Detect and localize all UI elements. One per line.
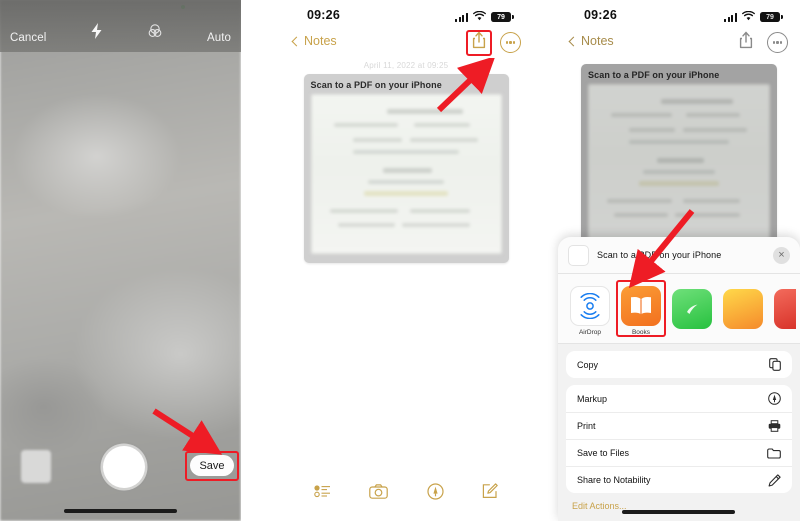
books-icon — [621, 285, 661, 326]
back-label: Notes — [304, 34, 337, 48]
back-label: Notes — [581, 34, 614, 48]
action-label: Save to Files — [577, 448, 630, 458]
airdrop-icon — [570, 285, 610, 326]
back-to-notes-button[interactable]: Notes — [568, 34, 614, 48]
note-date: April 11, 2022 at 09:25 — [363, 61, 449, 70]
home-indicator — [622, 510, 735, 514]
action-share-to-notability[interactable]: Share to Notability — [566, 466, 792, 493]
scan-preview-image — [310, 94, 502, 254]
flash-bolt-icon[interactable] — [90, 23, 103, 44]
action-markup[interactable]: Markup — [566, 385, 792, 412]
share-app-books[interactable]: Books — [621, 285, 661, 336]
note-bottom-toolbar — [277, 473, 535, 521]
share-actions-primary: Copy — [566, 351, 792, 378]
note-title: Scan to a PDF on your iPhone — [588, 70, 720, 80]
action-print[interactable]: Print — [566, 412, 792, 439]
more-ellipsis-icon[interactable] — [500, 32, 521, 53]
action-label: Share to Notability — [577, 475, 651, 485]
battery-percent: 79 — [766, 13, 774, 21]
status-bar: 09:26 79 — [558, 0, 800, 30]
printer-icon — [768, 420, 781, 432]
scanned-document-card[interactable]: Scan to a PDF on your iPhone — [303, 74, 509, 263]
signal-bars-icon — [723, 12, 737, 22]
camera-top-toolbar: Cancel Auto — [0, 0, 241, 52]
share-sheet-title: Scan to a PDF on your iPhone — [597, 250, 722, 260]
share-actions-secondary: Markup Print Save to Files Share to Nota… — [566, 385, 792, 493]
battery-icon: 79 — [491, 11, 514, 23]
action-copy[interactable]: Copy — [566, 351, 792, 378]
share-apps-row: AirDrop Books — [558, 274, 800, 344]
red-app-icon — [774, 289, 796, 329]
panel-camera-scanner: Cancel Auto Save — [0, 0, 241, 521]
last-capture-thumbnail[interactable] — [21, 450, 51, 483]
markup-icon — [768, 392, 781, 405]
more-ellipsis-icon[interactable] — [767, 32, 788, 53]
share-app-airdrop[interactable]: AirDrop — [570, 285, 610, 336]
markup-pen-icon[interactable] — [427, 482, 444, 500]
pencil-icon — [768, 473, 781, 487]
share-sheet-header: Scan to a PDF on your iPhone × — [558, 237, 800, 274]
yellow-app-icon — [723, 289, 763, 329]
save-button[interactable]: Save — [190, 455, 234, 476]
note-nav-bar: Notes — [558, 30, 800, 60]
share-app-label: AirDrop — [578, 328, 602, 336]
folder-icon — [767, 447, 781, 459]
action-save-to-files[interactable]: Save to Files — [566, 439, 792, 466]
camera-viewfinder[interactable] — [0, 0, 241, 521]
home-indicator — [64, 509, 177, 513]
auto-mode-button[interactable]: Auto — [207, 32, 231, 44]
scanned-document-card: Scan to a PDF on your iPhone — [581, 64, 777, 253]
chevron-left-icon — [291, 36, 302, 46]
share-sheet: Scan to a PDF on your iPhone × AirDrop B… — [558, 237, 800, 521]
camera-icon[interactable] — [369, 483, 389, 499]
shutter-button-icon[interactable] — [103, 446, 145, 488]
share-app-label: Books — [631, 328, 651, 336]
green-app-icon — [672, 289, 712, 329]
action-label: Copy — [577, 359, 599, 370]
note-nav-bar: Notes — [277, 30, 535, 60]
action-label: Print — [577, 421, 596, 431]
share-app-yellow[interactable] — [723, 289, 763, 332]
share-app-green[interactable] — [672, 289, 712, 332]
status-time: 09:26 — [584, 8, 617, 22]
share-icon[interactable] — [472, 31, 486, 54]
cancel-button[interactable]: Cancel — [10, 32, 46, 44]
share-app-red[interactable] — [774, 289, 796, 332]
close-icon[interactable]: × — [773, 246, 790, 264]
wifi-icon — [473, 8, 486, 26]
panel-share-sheet: 09:26 79 Notes Scan to a PDF on your iPh… — [535, 0, 800, 521]
compose-icon[interactable] — [482, 483, 498, 499]
signal-bars-icon — [454, 12, 468, 22]
back-to-notes-button[interactable]: Notes — [291, 34, 337, 48]
edit-actions-button[interactable]: Edit Actions... — [558, 493, 800, 511]
panel-note-detail: 09:26 79 Notes April 11, 2022 at 09:25 S… — [241, 0, 535, 521]
status-bar: 09:26 79 — [277, 0, 535, 30]
dimmed-background-content: 09:26 79 Notes Scan to a PDF on your iPh… — [558, 0, 800, 253]
screenshot-root: Cancel Auto Save 09:26 79 Notes April 11… — [0, 0, 800, 521]
battery-icon: 79 — [760, 11, 783, 23]
battery-percent: 79 — [497, 13, 505, 21]
share-icon[interactable] — [739, 31, 753, 54]
wifi-icon — [742, 8, 755, 26]
notes-app-icon — [568, 244, 589, 266]
copy-icon — [769, 358, 781, 371]
note-title: Scan to a PDF on your iPhone — [310, 80, 442, 90]
chevron-left-icon — [568, 36, 579, 46]
status-time: 09:26 — [307, 8, 340, 22]
action-label: Markup — [577, 393, 608, 404]
color-filter-icon[interactable] — [147, 23, 163, 44]
scan-preview-image — [588, 84, 770, 244]
checklist-icon[interactable] — [314, 484, 331, 498]
